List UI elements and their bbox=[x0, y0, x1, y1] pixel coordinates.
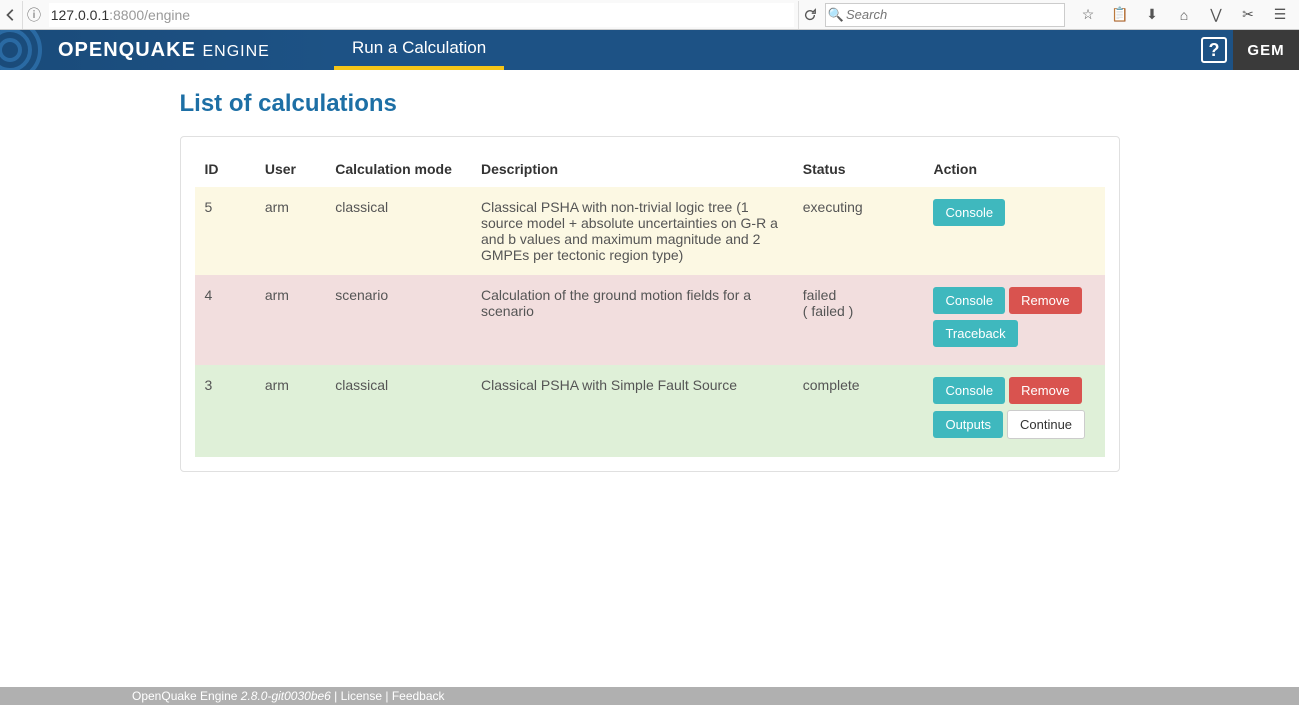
cell-description: Classical PSHA with Simple Fault Source bbox=[471, 365, 793, 457]
cell-mode: classical bbox=[325, 187, 471, 275]
console-button[interactable]: Console bbox=[933, 287, 1005, 314]
status-extra: ( failed ) bbox=[803, 303, 854, 319]
downloads-icon[interactable]: ⬇ bbox=[1141, 4, 1163, 26]
url-bar[interactable]: 127.0.0.1:8800/engine bbox=[49, 3, 794, 27]
continue-button[interactable]: Continue bbox=[1007, 410, 1085, 439]
remove-button[interactable]: Remove bbox=[1009, 377, 1081, 404]
cell-mode: scenario bbox=[325, 275, 471, 365]
table-row: 5armclassicalClassical PSHA with non-tri… bbox=[195, 187, 1105, 275]
extension-icon[interactable]: ✂ bbox=[1237, 4, 1259, 26]
main-content: List of calculations ID User Calculation… bbox=[180, 90, 1120, 472]
reload-button[interactable] bbox=[798, 1, 821, 29]
nav-run-calculation[interactable]: Run a Calculation bbox=[334, 30, 504, 70]
app-header: OPENQUAKE ENGINE Run a Calculation ? GEM bbox=[0, 30, 1299, 70]
back-button[interactable] bbox=[0, 1, 23, 29]
menu-icon[interactable]: ☰ bbox=[1269, 4, 1291, 26]
help-button[interactable]: ? bbox=[1195, 30, 1233, 70]
search-bar[interactable]: 🔍 bbox=[825, 3, 1065, 27]
cell-id: 5 bbox=[195, 187, 255, 275]
cell-id: 4 bbox=[195, 275, 255, 365]
header-user: User bbox=[255, 151, 325, 187]
search-icon: 🔍 bbox=[826, 7, 846, 23]
site-info-icon[interactable]: ⓘ bbox=[23, 5, 44, 25]
gem-logo[interactable]: GEM bbox=[1233, 30, 1299, 70]
header-status: Status bbox=[793, 151, 924, 187]
cell-description: Calculation of the ground motion fields … bbox=[471, 275, 793, 365]
cell-id: 3 bbox=[195, 365, 255, 457]
calculations-table: ID User Calculation mode Description Sta… bbox=[195, 151, 1105, 457]
header-mode: Calculation mode bbox=[325, 151, 471, 187]
footer-license-link[interactable]: License bbox=[341, 689, 382, 703]
footer-bar: OpenQuake Engine 2.8.0-git0030be6 | Lice… bbox=[0, 687, 1299, 705]
logo-rings-icon bbox=[0, 30, 60, 70]
header-id: ID bbox=[195, 151, 255, 187]
pocket-icon[interactable]: ⋁ bbox=[1205, 4, 1227, 26]
logo-text: OPENQUAKE ENGINE bbox=[58, 39, 270, 62]
cell-mode: classical bbox=[325, 365, 471, 457]
cell-description: Classical PSHA with non-trivial logic tr… bbox=[471, 187, 793, 275]
cell-action: ConsoleRemoveOutputsContinue bbox=[923, 365, 1104, 457]
footer-feedback-link[interactable]: Feedback bbox=[392, 689, 445, 703]
cell-user: arm bbox=[255, 187, 325, 275]
search-input[interactable] bbox=[846, 7, 1046, 22]
table-row: 3armclassicalClassical PSHA with Simple … bbox=[195, 365, 1105, 457]
cell-status: executing bbox=[793, 187, 924, 275]
calculations-panel: ID User Calculation mode Description Sta… bbox=[180, 136, 1120, 472]
footer-product: OpenQuake Engine bbox=[132, 689, 237, 703]
logo-area: OPENQUAKE ENGINE bbox=[0, 30, 334, 70]
home-icon[interactable]: ⌂ bbox=[1173, 4, 1195, 26]
cell-status: failed( failed ) bbox=[793, 275, 924, 365]
url-text: 127.0.0.1:8800/engine bbox=[49, 7, 190, 23]
remove-button[interactable]: Remove bbox=[1009, 287, 1081, 314]
toolbar-icons: ☆ 📋 ⬇ ⌂ ⋁ ✂ ☰ bbox=[1069, 4, 1299, 26]
cell-status: complete bbox=[793, 365, 924, 457]
cell-action: ConsoleRemove Traceback bbox=[923, 275, 1104, 365]
console-button[interactable]: Console bbox=[933, 377, 1005, 404]
table-header-row: ID User Calculation mode Description Sta… bbox=[195, 151, 1105, 187]
console-button[interactable]: Console bbox=[933, 199, 1005, 226]
outputs-button[interactable]: Outputs bbox=[933, 411, 1003, 438]
cell-user: arm bbox=[255, 275, 325, 365]
clipboard-icon[interactable]: 📋 bbox=[1109, 4, 1131, 26]
browser-chrome: ⓘ 127.0.0.1:8800/engine 🔍 ☆ 📋 ⬇ ⌂ ⋁ ✂ ☰ bbox=[0, 0, 1299, 30]
page-title: List of calculations bbox=[180, 90, 1120, 118]
header-description: Description bbox=[471, 151, 793, 187]
header-action: Action bbox=[923, 151, 1104, 187]
cell-user: arm bbox=[255, 365, 325, 457]
cell-action: Console bbox=[923, 187, 1104, 275]
footer-version: 2.8.0-git0030be6 bbox=[241, 689, 331, 703]
help-icon: ? bbox=[1201, 37, 1227, 63]
traceback-button[interactable]: Traceback bbox=[933, 320, 1017, 347]
table-row: 4armscenarioCalculation of the ground mo… bbox=[195, 275, 1105, 365]
bookmark-star-icon[interactable]: ☆ bbox=[1077, 4, 1099, 26]
